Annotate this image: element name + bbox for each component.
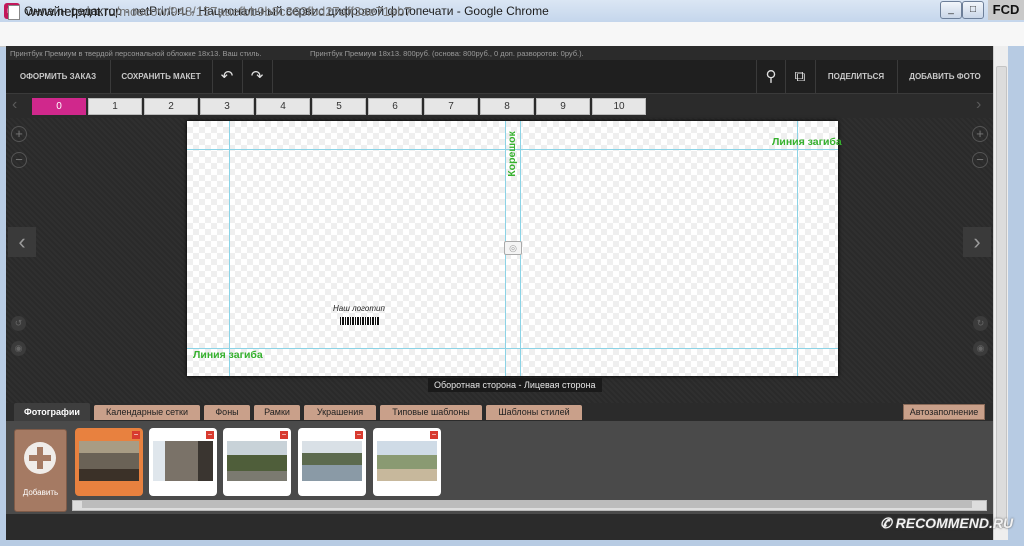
fcd-badge: FCD bbox=[988, 0, 1024, 20]
page-tab-4[interactable]: 4 bbox=[256, 98, 310, 115]
page-tab-9[interactable]: 9 bbox=[536, 98, 590, 115]
tab-decorations[interactable]: Украшения bbox=[304, 405, 376, 420]
maximize-button[interactable]: □ bbox=[962, 1, 984, 19]
tab-photos[interactable]: Фотографии bbox=[14, 403, 90, 421]
barcode bbox=[340, 317, 380, 325]
vertical-scrollbar-thumb[interactable] bbox=[996, 66, 1007, 528]
photo-thumbnail[interactable]: − bbox=[373, 428, 441, 496]
photo-colosseum bbox=[79, 441, 139, 481]
save-layout-button[interactable]: СОХРАНИТЬ МАКЕТ bbox=[110, 60, 213, 93]
horizontal-scrollbar-thumb[interactable] bbox=[82, 501, 972, 508]
search-icon[interactable]: ⚲ bbox=[756, 60, 786, 93]
share-button[interactable]: ПОДЕЛИТЬСЯ bbox=[815, 60, 898, 93]
visibility-right-icon[interactable]: ◉ bbox=[973, 341, 988, 356]
tab-frames[interactable]: Рамки bbox=[254, 405, 300, 420]
guide-line bbox=[797, 121, 798, 376]
url-path: /moscow/948/157aaefbb9b8c363fbd27aff3ae7… bbox=[115, 4, 412, 19]
visibility-left-icon[interactable]: ◉ bbox=[11, 341, 26, 356]
window-border-bottom bbox=[0, 540, 1024, 546]
guide-line bbox=[187, 348, 838, 349]
zoom-out-icon[interactable]: − bbox=[11, 152, 27, 168]
photo-canal bbox=[302, 441, 362, 481]
order-button[interactable]: ОФОРМИТЬ ЗАКАЗ bbox=[6, 60, 111, 93]
minimize-button[interactable]: _ bbox=[940, 1, 962, 19]
url-text[interactable]: www.netprint.ru/moscow/948/157aaefbb9b8c… bbox=[26, 4, 412, 19]
side-caption: Оборотная сторона - Лицевая сторона bbox=[428, 378, 602, 392]
zoom-out-right-icon[interactable]: − bbox=[972, 152, 988, 168]
prev-spread-arrow-icon[interactable]: ‹ bbox=[8, 227, 36, 257]
zoom-in-right-icon[interactable]: + bbox=[972, 126, 988, 142]
window-border bbox=[1008, 46, 1024, 540]
photo-thumbnail[interactable]: − bbox=[223, 428, 291, 496]
page-tab-1[interactable]: 1 bbox=[88, 98, 142, 115]
next-spread-arrow-icon[interactable]: › bbox=[963, 227, 991, 257]
camera-icon[interactable]: ◎ bbox=[504, 241, 522, 255]
page-tab-3[interactable]: 3 bbox=[200, 98, 254, 115]
page-tab-7[interactable]: 7 bbox=[424, 98, 478, 115]
tab-calendar-grids[interactable]: Календарные сетки bbox=[94, 405, 200, 420]
photo-temple bbox=[153, 441, 213, 481]
delete-photo-icon[interactable]: − bbox=[206, 431, 214, 439]
page-tab-10[interactable]: 10 bbox=[592, 98, 646, 115]
add-photo-tile[interactable] bbox=[14, 429, 67, 512]
logo-label: Наш логотип bbox=[333, 304, 385, 313]
rotate-right-icon[interactable]: ↻ bbox=[973, 316, 988, 331]
layout-icon[interactable]: ⧉ bbox=[785, 60, 816, 93]
prev-pages-arrow[interactable]: ‹ bbox=[12, 96, 17, 114]
undo-icon[interactable]: ↶ bbox=[212, 60, 243, 93]
delete-photo-icon[interactable]: − bbox=[280, 431, 288, 439]
redo-icon[interactable]: ↷ bbox=[242, 60, 273, 93]
plus-icon bbox=[24, 442, 56, 474]
page-tab-6[interactable]: 6 bbox=[368, 98, 422, 115]
photo-thumbnail[interactable]: − bbox=[149, 428, 217, 496]
photo-thumbnail[interactable]: − bbox=[75, 428, 143, 496]
fold-line-label-top: Линия загиба bbox=[772, 136, 842, 148]
product-price: Принтбук Премиум 18x13. 800руб. (основа:… bbox=[310, 49, 584, 58]
photo-thumbnail[interactable]: − bbox=[298, 428, 366, 496]
address-bar[interactable] bbox=[0, 22, 1024, 47]
page-tab-0[interactable]: 0 bbox=[32, 98, 86, 115]
tab-standard-templates[interactable]: Типовые шаблоны bbox=[380, 405, 482, 420]
photo-trees bbox=[227, 441, 287, 481]
page-tab-2[interactable]: 2 bbox=[144, 98, 198, 115]
add-photo-label: Добавить bbox=[22, 488, 59, 497]
guide-line bbox=[229, 121, 230, 376]
add-photo-button[interactable]: ДОБАВИТЬ ФОТО bbox=[897, 60, 993, 93]
photo-panorama bbox=[377, 441, 437, 481]
rotate-left-icon[interactable]: ↺ bbox=[11, 316, 26, 331]
page-tab-8[interactable]: 8 bbox=[480, 98, 534, 115]
fold-line-label-bottom: Линия загиба bbox=[193, 349, 263, 361]
spine-label: Корешок bbox=[505, 131, 518, 177]
autofill-button[interactable]: Автозаполнение bbox=[903, 404, 985, 420]
url-host: www.netprint.ru bbox=[26, 4, 116, 19]
tab-style-templates[interactable]: Шаблоны стилей bbox=[486, 405, 582, 420]
delete-photo-icon[interactable]: − bbox=[132, 431, 140, 439]
delete-photo-icon[interactable]: − bbox=[430, 431, 438, 439]
zoom-in-icon[interactable]: + bbox=[11, 126, 27, 142]
page-icon bbox=[8, 5, 20, 20]
watermark: ✆ RECOMMEND.RU bbox=[880, 515, 1014, 531]
page-tab-5[interactable]: 5 bbox=[312, 98, 366, 115]
next-pages-arrow[interactable]: › bbox=[976, 96, 981, 114]
product-description: Принтбук Премиум в твердой персональной … bbox=[10, 49, 262, 58]
tab-backgrounds[interactable]: Фоны bbox=[204, 405, 250, 420]
delete-photo-icon[interactable]: − bbox=[355, 431, 363, 439]
